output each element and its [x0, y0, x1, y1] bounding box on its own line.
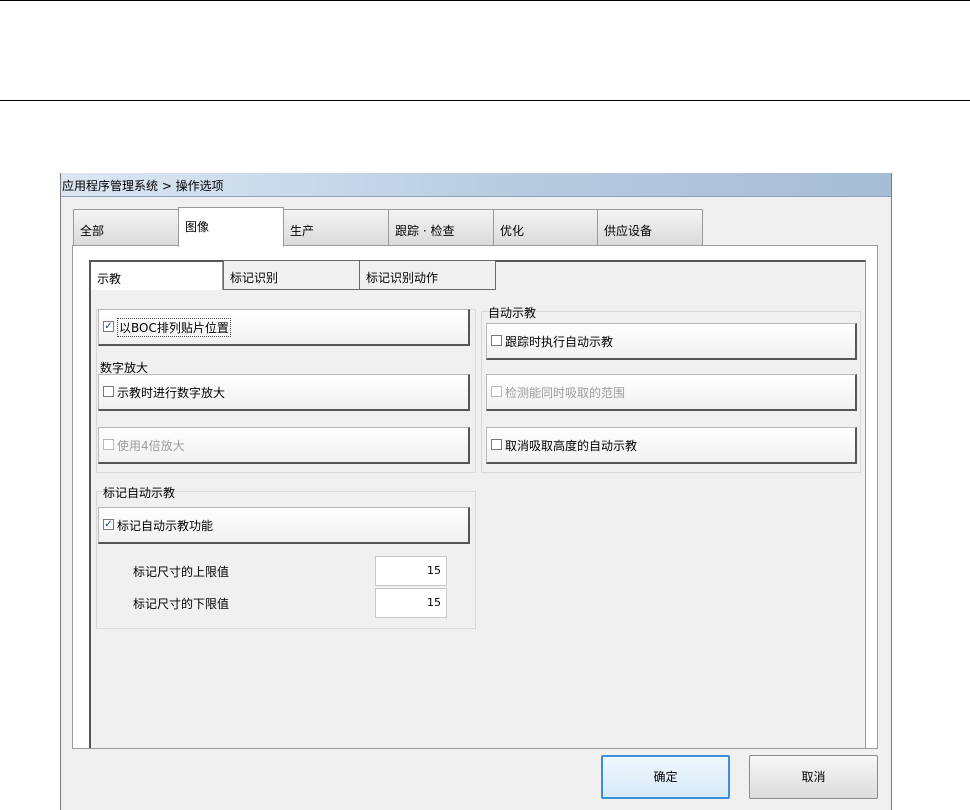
header-rule — [0, 100, 970, 101]
subtab-mark-recognition[interactable]: 标记识别 — [223, 260, 360, 290]
auto-teach-group-label: 自动示教 — [488, 306, 537, 320]
tab-panel: 示教 标记识别 标记识别动作 ✓ 以BOC排列贴片位置 数字放大 示教时进行数字… — [72, 245, 878, 749]
tab-label: 优化 — [500, 224, 525, 238]
checkbox-label: 跟踪时执行自动示教 — [505, 335, 614, 349]
tab-feeder[interactable]: 供应设备 — [597, 209, 703, 245]
tracking-auto-teach-checkbox[interactable]: 跟踪时执行自动示教 — [486, 323, 857, 360]
pick-range-checkbox[interactable]: 检测能同时吸取的范围 — [486, 374, 857, 411]
tab-optimization[interactable]: 优化 — [493, 209, 599, 245]
checkbox-label: 标记自动示教功能 — [117, 519, 214, 533]
subtab-label: 标记识别动作 — [366, 271, 439, 285]
options-window: 应用程序管理系统 > 操作选项 全部 图像 生产 跟踪 · 检查 优化 供应设备… — [60, 173, 892, 810]
checkbox-icon — [491, 335, 502, 346]
subtab-panel: 示教 标记识别 标记识别动作 ✓ 以BOC排列贴片位置 数字放大 示教时进行数字… — [89, 260, 866, 748]
tab-label: 供应设备 — [604, 224, 653, 238]
checkbox-label: 以BOC排列贴片位置 — [117, 318, 231, 337]
tab-label: 跟踪 · 检查 — [395, 224, 455, 238]
checkbox-icon — [103, 439, 114, 450]
checkbox-icon — [491, 386, 502, 397]
mark-size-lower-input[interactable]: 15 — [375, 588, 447, 618]
subtab-label: 标记识别 — [230, 271, 279, 285]
mark-size-upper-input[interactable]: 15 — [375, 556, 447, 586]
tab-all[interactable]: 全部 — [73, 209, 179, 245]
mark-auto-teach-checkbox[interactable]: ✓ 标记自动示教功能 — [98, 507, 470, 544]
ok-button[interactable]: 确定 — [601, 755, 730, 799]
teach-digital-zoom-checkbox[interactable]: 示教时进行数字放大 — [98, 374, 470, 411]
tab-tracking-inspection[interactable]: 跟踪 · 检查 — [388, 209, 494, 245]
checkbox-icon: ✓ — [103, 321, 114, 332]
cancel-pick-height-checkbox[interactable]: 取消吸取高度的自动示教 — [486, 427, 857, 464]
tab-production[interactable]: 生产 — [283, 209, 389, 245]
use-4x-zoom-checkbox[interactable]: 使用4倍放大 — [98, 427, 470, 464]
tab-image[interactable]: 图像 — [178, 207, 284, 247]
checkbox-icon: ✓ — [103, 519, 114, 530]
checkbox-label: 检测能同时吸取的范围 — [505, 386, 626, 400]
boc-position-checkbox[interactable]: ✓ 以BOC排列贴片位置 — [98, 309, 470, 346]
checkbox-icon — [103, 386, 114, 397]
top-rule — [0, 0, 970, 1]
window-title: 应用程序管理系统 > 操作选项 — [62, 179, 224, 193]
tab-label: 生产 — [290, 224, 315, 238]
title-bar: 应用程序管理系统 > 操作选项 — [61, 173, 891, 197]
cancel-button[interactable]: 取消 — [749, 755, 878, 799]
tab-label: 全部 — [80, 224, 105, 238]
subtab-label: 示教 — [97, 272, 122, 286]
mark-size-upper-label: 标记尺寸的上限值 — [133, 565, 230, 579]
checkbox-label: 示教时进行数字放大 — [117, 386, 226, 400]
checkbox-label: 使用4倍放大 — [117, 439, 185, 453]
checkbox-label: 取消吸取高度的自动示教 — [505, 439, 638, 453]
mark-auto-teach-group-label: 标记自动示教 — [103, 486, 176, 500]
subtab-mark-recognition-action[interactable]: 标记识别动作 — [359, 260, 496, 290]
tab-label: 图像 — [185, 220, 210, 234]
mark-size-lower-label: 标记尺寸的下限值 — [133, 597, 230, 611]
checkbox-icon — [491, 439, 502, 450]
subtab-teaching[interactable]: 示教 — [91, 262, 223, 290]
